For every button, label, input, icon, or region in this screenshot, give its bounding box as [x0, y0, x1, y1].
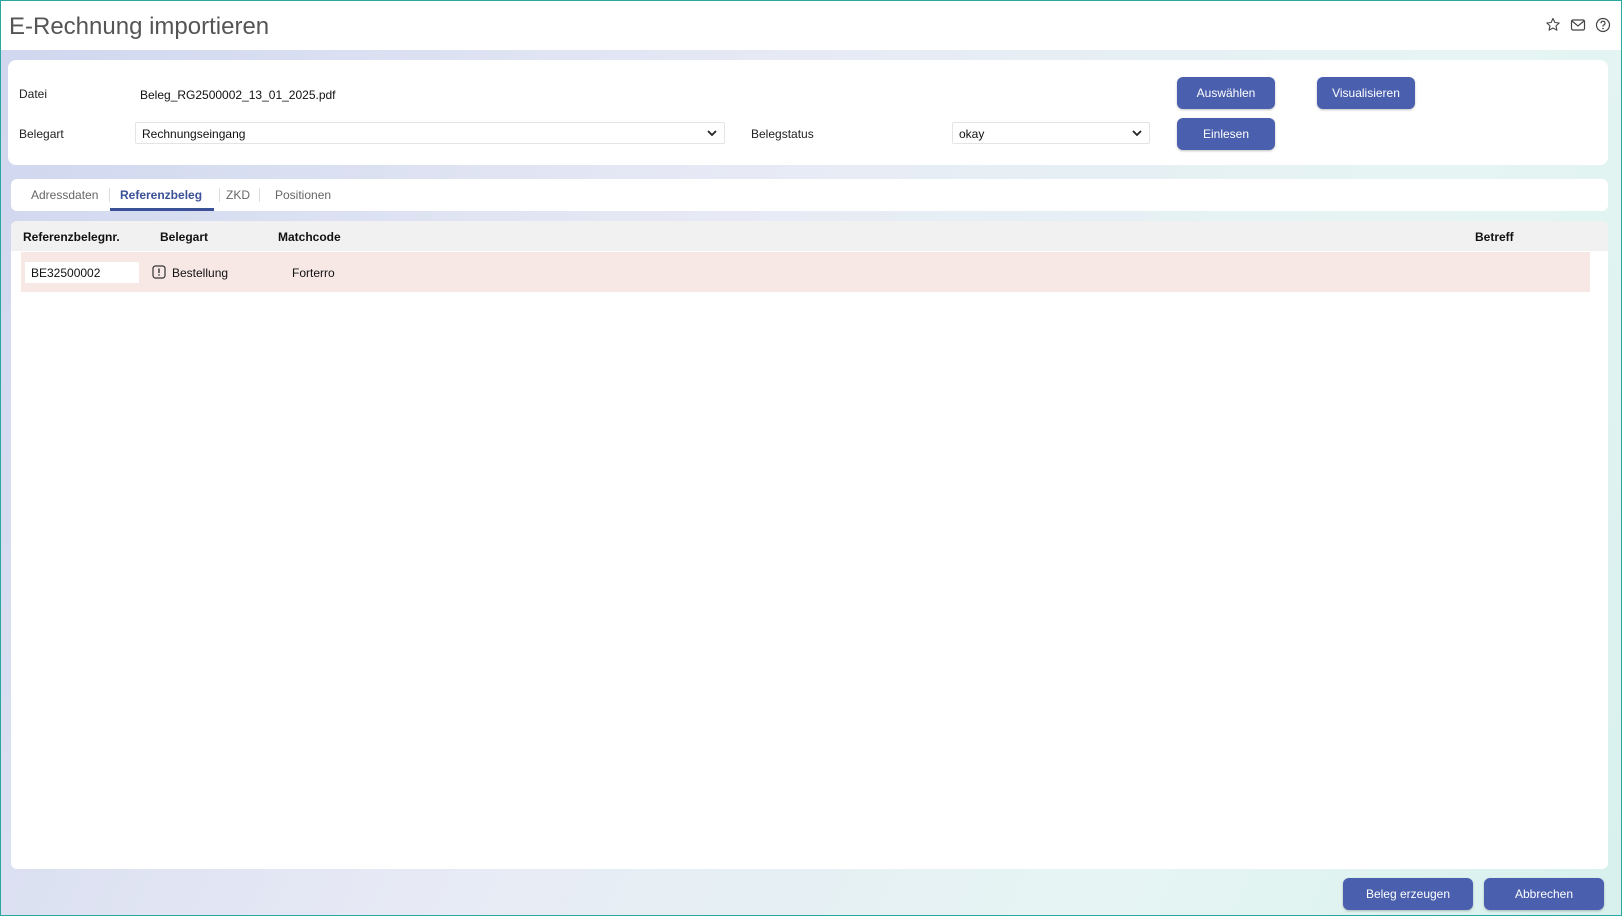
mail-icon[interactable]: [1570, 17, 1586, 33]
referenzbelegnr-input[interactable]: BE32500002: [25, 262, 139, 283]
help-icon[interactable]: [1595, 17, 1611, 33]
import-dialog-window: E-Rechnung importieren Datei Beleg_RG250…: [0, 0, 1622, 916]
chevron-down-icon: [707, 130, 717, 137]
column-header-referenzbelegnr[interactable]: Referenzbelegnr.: [23, 230, 120, 244]
belegstatus-label: Belegstatus: [751, 127, 814, 141]
active-tab-indicator: [110, 208, 214, 211]
visualisieren-button[interactable]: Visualisieren: [1317, 77, 1415, 109]
tab-zkd[interactable]: ZKD: [226, 188, 250, 202]
belegstatus-select-value: okay: [959, 127, 985, 141]
abbrechen-button[interactable]: Abbrechen: [1484, 878, 1604, 910]
tab-positionen[interactable]: Positionen: [275, 188, 331, 202]
tab-separator: [259, 188, 260, 202]
chevron-down-icon: [1132, 130, 1142, 137]
warning-icon: [152, 265, 166, 279]
belegart-label: Belegart: [19, 127, 64, 141]
title-bar: E-Rechnung importieren: [1, 1, 1621, 50]
belegart-select-value: Rechnungseingang: [142, 127, 246, 141]
star-icon[interactable]: [1545, 17, 1561, 33]
referenzbeleg-grid: Referenzbelegnr. Belegart Matchcode Betr…: [11, 221, 1608, 869]
grid-header: Referenzbelegnr. Belegart Matchcode Betr…: [11, 221, 1608, 251]
import-form-panel: Datei Beleg_RG2500002_13_01_2025.pdf Bel…: [8, 60, 1608, 165]
belegart-select[interactable]: Rechnungseingang: [135, 122, 725, 144]
datei-label: Datei: [19, 87, 48, 101]
title-icons: [1545, 17, 1611, 33]
datei-value: Beleg_RG2500002_13_01_2025.pdf: [140, 88, 336, 102]
matchcode-cell: Forterro: [292, 266, 335, 280]
einlesen-button[interactable]: Einlesen: [1177, 118, 1275, 150]
tab-bar: Adressdaten Referenzbeleg ZKD Positionen: [11, 179, 1608, 211]
column-header-belegart[interactable]: Belegart: [160, 230, 208, 244]
column-header-betreff[interactable]: Betreff: [1475, 230, 1514, 244]
tab-separator: [109, 188, 110, 202]
belegstatus-select[interactable]: okay: [952, 122, 1150, 144]
tab-referenzbeleg[interactable]: Referenzbeleg: [120, 188, 202, 202]
belegart-cell: Bestellung: [172, 266, 229, 280]
column-header-matchcode[interactable]: Matchcode: [278, 230, 341, 244]
auswaehlen-button[interactable]: Auswählen: [1177, 77, 1275, 109]
page-title: E-Rechnung importieren: [9, 13, 270, 40]
tab-separator: [219, 188, 220, 202]
table-row[interactable]: BE32500002 Bestellung Forterro: [21, 252, 1590, 292]
beleg-erzeugen-button[interactable]: Beleg erzeugen: [1343, 878, 1473, 910]
tab-adressdaten[interactable]: Adressdaten: [31, 188, 98, 202]
